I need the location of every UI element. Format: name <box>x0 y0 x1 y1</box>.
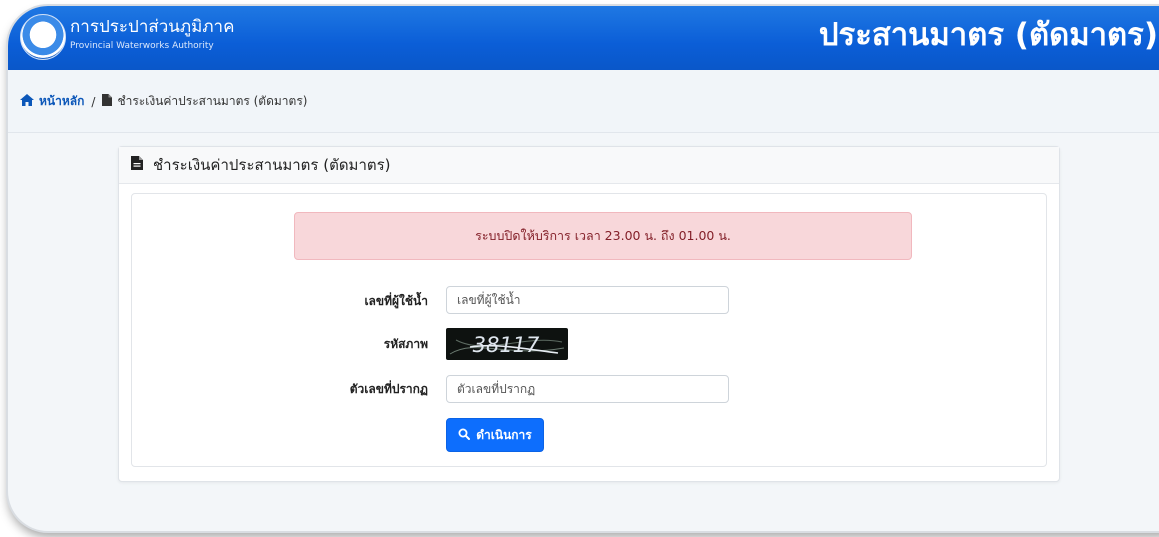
customer-no-input[interactable] <box>446 286 729 314</box>
service-closed-alert: ระบบปิดให้บริการ เวลา 23.00 น. ถึง 01.00… <box>294 212 912 260</box>
file-icon <box>131 156 143 174</box>
breadcrumb-home-link[interactable]: หน้าหลัก <box>20 92 84 111</box>
top-header: การประปาส่วนภูมิภาค Provincial Waterwork… <box>8 6 1159 70</box>
submit-button[interactable]: ดำเนินการ <box>446 418 544 452</box>
breadcrumb-home-label: หน้าหลัก <box>39 94 85 108</box>
submit-button-label: ดำเนินการ <box>476 427 532 442</box>
org-name-thai: การประปาส่วนภูมิภาค <box>70 17 235 37</box>
browser-frame: การประปาส่วนภูมิภาค Provincial Waterwork… <box>8 6 1159 531</box>
card-title: ชำระเงินค่าประสานมาตร (ตัดมาตร) <box>153 156 391 174</box>
alert-message: ระบบปิดให้บริการ เวลา 23.00 น. ถึง 01.00… <box>475 228 731 243</box>
breadcrumb: หน้าหลัก / ชำระเงินค่าประสานมาตร (ตัดมาต… <box>20 92 307 111</box>
customer-no-label: เลขที่ผู้ใช้น้ำ <box>364 294 428 308</box>
captcha-answer-input[interactable] <box>446 375 729 403</box>
card-header: ชำระเงินค่าประสานมาตร (ตัดมาตร) <box>119 147 1059 184</box>
form-container: ระบบปิดให้บริการ เวลา 23.00 น. ถึง 01.00… <box>131 193 1047 467</box>
breadcrumb-current: ชำระเงินค่าประสานมาตร (ตัดมาตร) <box>102 92 307 111</box>
answer-label: ตัวเลขที่ปรากฏ <box>349 382 428 396</box>
captcha-graphic: 38117 <box>449 333 565 357</box>
file-icon <box>102 94 113 109</box>
search-icon <box>458 428 471 443</box>
breadcrumb-separator: / <box>91 94 96 109</box>
breadcrumb-bar: หน้าหลัก / ชำระเงินค่าประสานมาตร (ตัดมาต… <box>8 70 1159 133</box>
captcha-label: รหัสภาพ <box>383 337 428 351</box>
captcha-text: 38117 <box>473 333 540 357</box>
org-name-english: Provincial Waterworks Authority <box>70 41 214 51</box>
pwa-logo-icon[interactable] <box>20 14 66 60</box>
page-heading: ประสานมาตร (ตัดมาตร) <box>818 17 1158 53</box>
breadcrumb-current-label: ชำระเงินค่าประสานมาตร (ตัดมาตร) <box>117 94 308 108</box>
home-icon <box>20 94 34 109</box>
captcha-image: 38117 <box>446 328 568 360</box>
payment-card: ชำระเงินค่าประสานมาตร (ตัดมาตร) ระบบปิดใ… <box>118 146 1060 482</box>
